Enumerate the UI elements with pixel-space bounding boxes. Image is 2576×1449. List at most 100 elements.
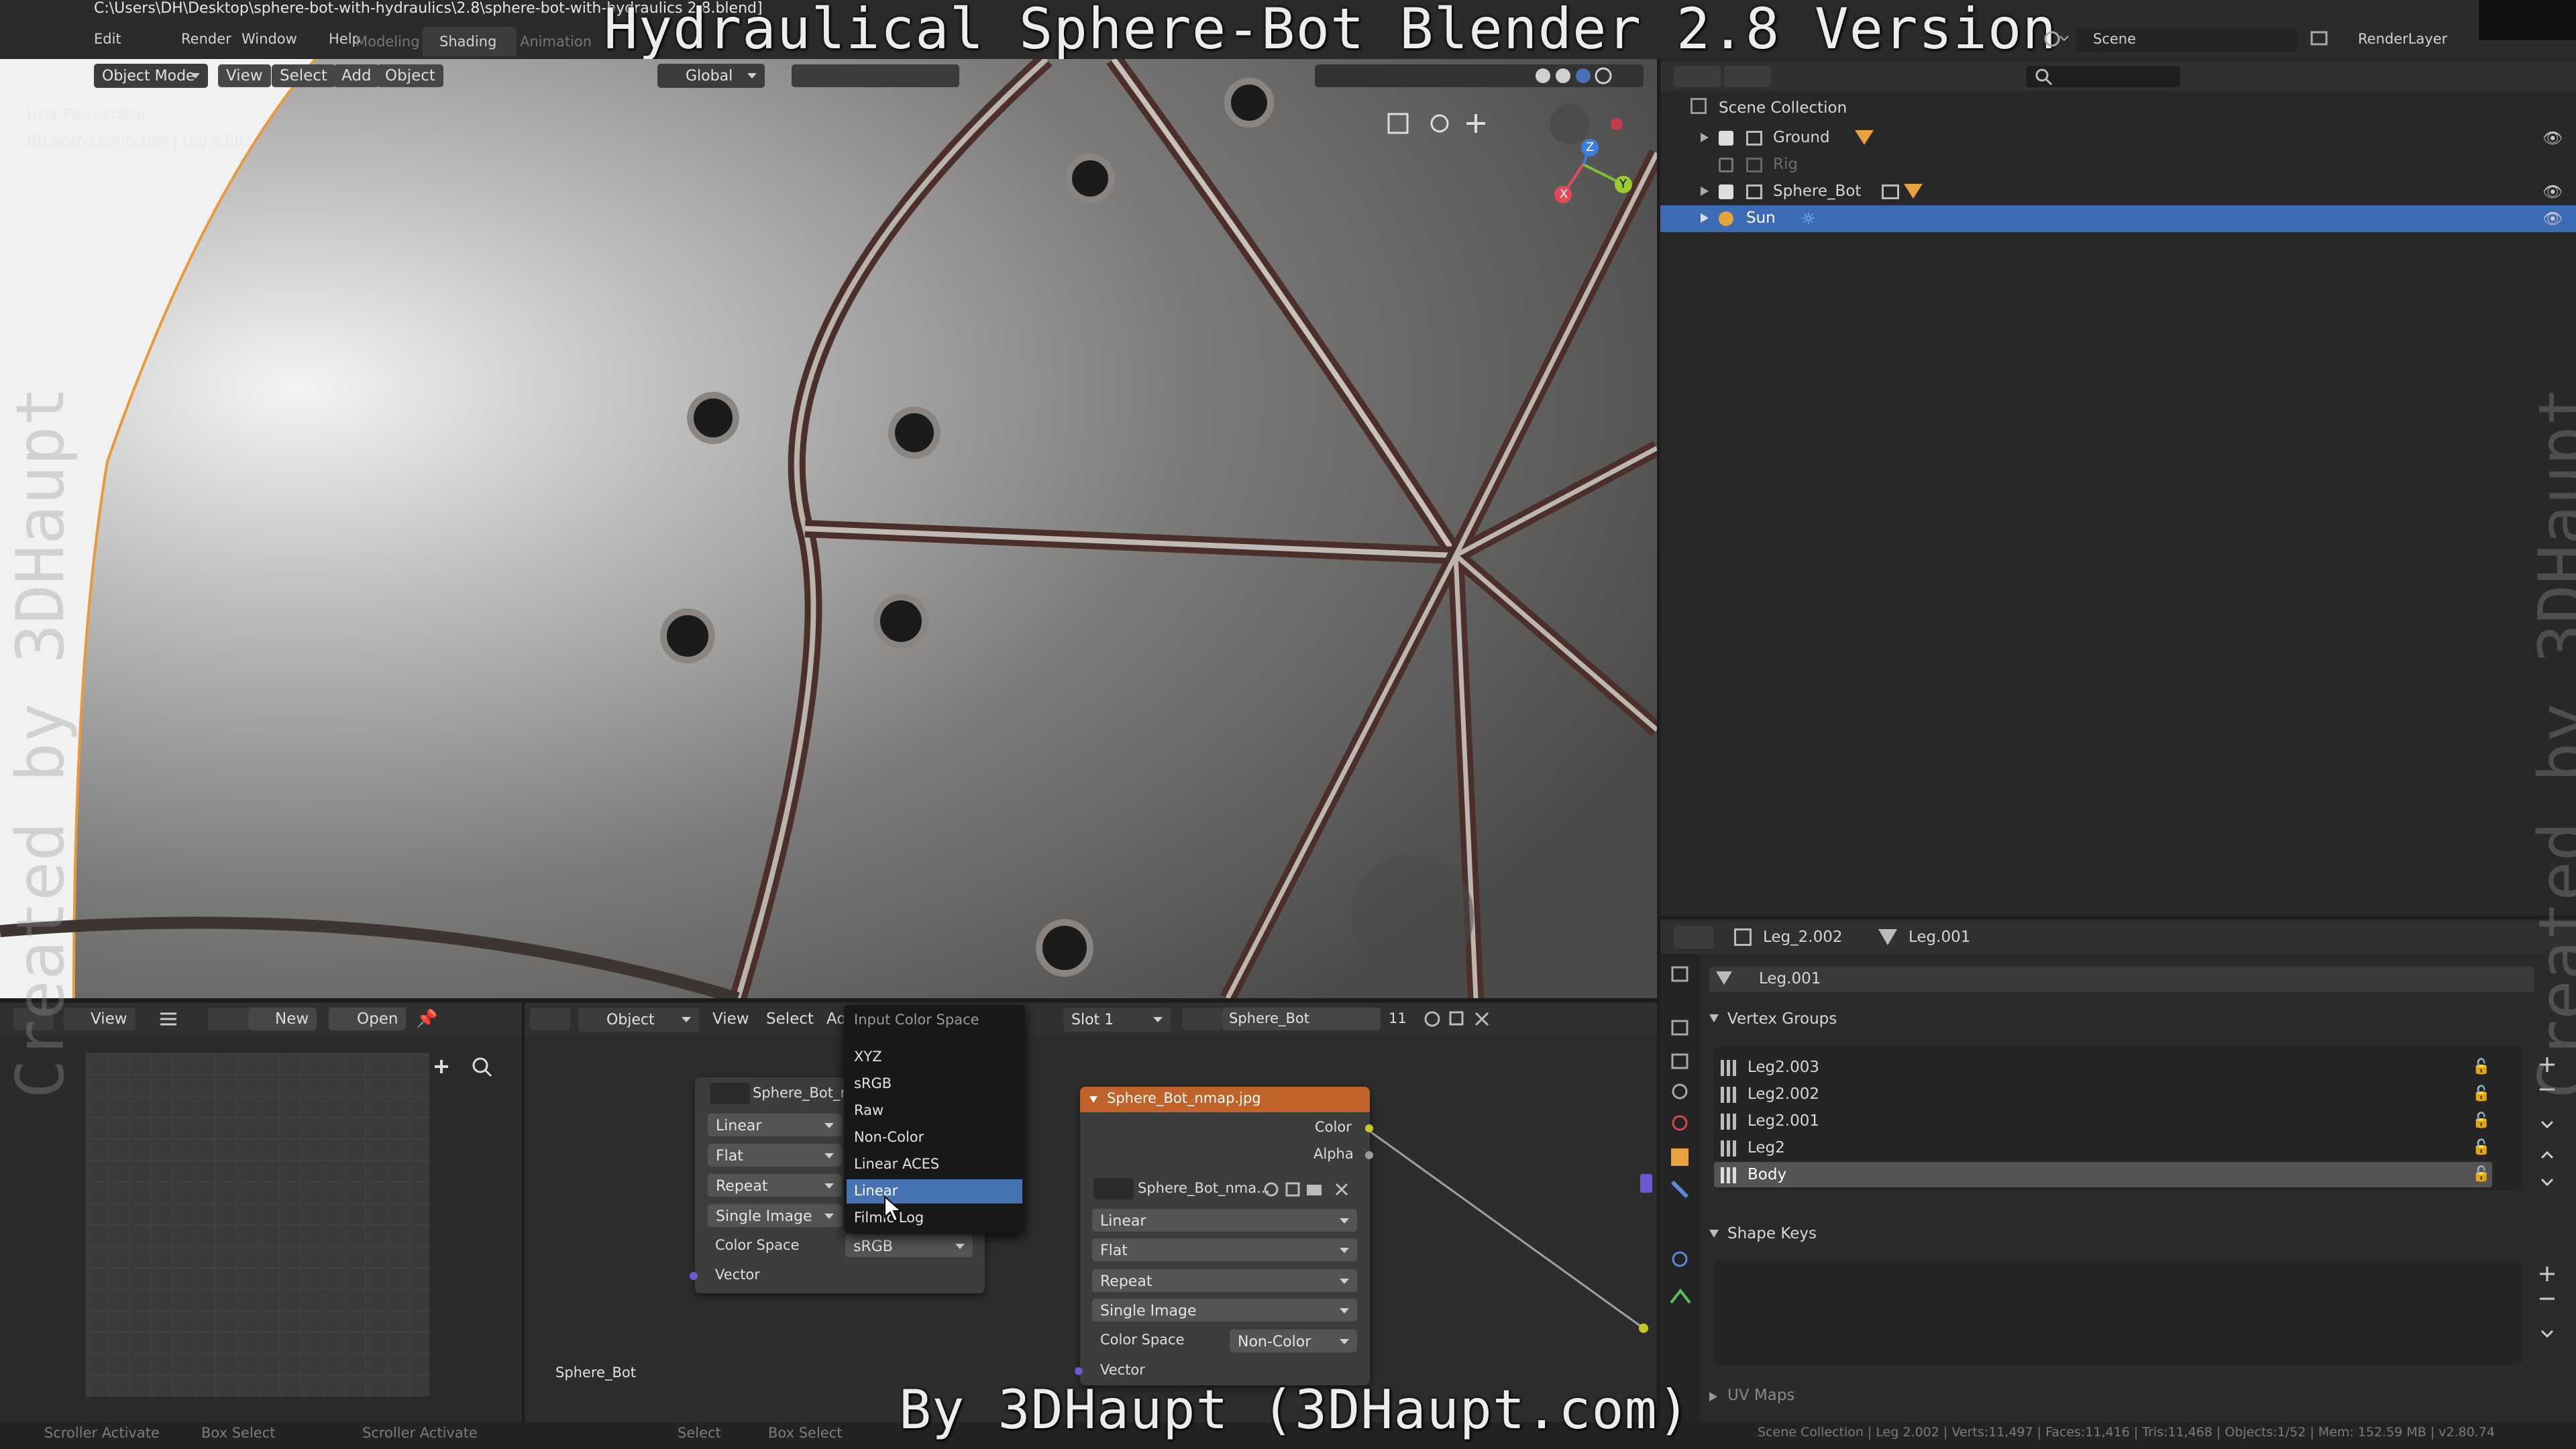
status-hint: Box Select [201, 1425, 276, 1441]
expand-arrow-icon[interactable] [1701, 213, 1709, 223]
snapping-tools[interactable] [792, 64, 959, 87]
viewport-menu-select[interactable]: Select [272, 64, 335, 87]
image-browse-button[interactable] [208, 1008, 248, 1030]
outliner-row[interactable]: Sphere_Bot 👁 [1660, 178, 2576, 205]
node1-colorspace-label: Color Space [715, 1237, 800, 1253]
image-nav-tools[interactable] [427, 1053, 507, 1080]
expand-arrow-icon[interactable] [1709, 1392, 1717, 1401]
lock-icon[interactable]: 🔓 [2472, 1112, 2490, 1129]
node-menu-view[interactable]: View [704, 1008, 757, 1030]
list-item[interactable]: Leg2.003 🔓 [1714, 1055, 2492, 1080]
list-item[interactable]: Leg2.001 🔓 [1714, 1108, 2492, 1134]
viewport-menu-add[interactable]: Add [333, 64, 380, 87]
shape-keys-title[interactable]: Shape Keys [1727, 1225, 1817, 1242]
collapse-arrow-icon[interactable] [1089, 1096, 1097, 1103]
node2-projection-label: Flat [1100, 1242, 1128, 1259]
properties-object-name[interactable]: Leg_2.002 [1763, 928, 1843, 946]
viewport-3d[interactable] [0, 59, 1657, 998]
object-mode-dropdown[interactable]: Object Mode [94, 64, 208, 88]
image-open-button[interactable]: Open [329, 1008, 407, 1030]
node2-interpolation[interactable]: Linear [1092, 1209, 1357, 1232]
node2-image-name[interactable]: Sphere_Bot_nma... [1138, 1180, 1270, 1196]
checkbox-icon[interactable] [1719, 184, 1733, 199]
menu-render[interactable]: Render [181, 31, 231, 47]
slot-dropdown[interactable]: Slot 1 [1063, 1008, 1171, 1032]
list-item-selected[interactable]: Body 🔓 [1714, 1162, 2492, 1187]
viewport-menu-object[interactable]: Object [377, 64, 443, 87]
lock-icon[interactable]: 🔓 [2472, 1166, 2490, 1183]
node2-vector-socket[interactable] [1075, 1367, 1083, 1375]
node1-extension[interactable]: Repeat [708, 1174, 842, 1197]
node1-image-name[interactable]: Sphere_Bot_ro [753, 1085, 855, 1101]
node-menu-select[interactable]: Select [758, 1008, 822, 1030]
expand-arrow-icon[interactable] [1701, 186, 1709, 196]
node2-extension[interactable]: Repeat [1092, 1269, 1357, 1292]
expand-arrow-icon[interactable] [1701, 133, 1709, 142]
shader-type-dropdown[interactable]: Object [578, 1008, 699, 1032]
material-actions[interactable] [1422, 1009, 1503, 1029]
material-browse[interactable] [1182, 1008, 1222, 1030]
properties-editor-type[interactable] [1674, 926, 1714, 949]
shape-key-tools[interactable] [2532, 1261, 2563, 1348]
node2-projection[interactable]: Flat [1092, 1238, 1357, 1261]
eye-icon[interactable]: 👁 [2542, 129, 2563, 148]
material-name-field[interactable]: Sphere_Bot [1222, 1008, 1381, 1030]
lock-icon[interactable]: 🔓 [2472, 1059, 2490, 1075]
axis-gizmo[interactable] [1503, 101, 1644, 215]
colorspace-option[interactable]: Linear ACES [854, 1156, 939, 1172]
collapse-arrow-icon[interactable] [1709, 1014, 1719, 1022]
checkbox-icon[interactable] [1719, 158, 1733, 172]
lock-icon[interactable]: 🔓 [2472, 1085, 2490, 1102]
node1-source[interactable]: Single Image [708, 1204, 842, 1227]
outliner-row-selected[interactable]: Sun ☼ 👁 [1660, 205, 2576, 232]
outliner-row[interactable]: Rig [1660, 152, 2576, 178]
tab-animation[interactable]: Animation [520, 34, 592, 50]
node2-image-browse[interactable] [1093, 1178, 1134, 1199]
hamburger-icon[interactable] [158, 1010, 178, 1028]
list-item[interactable]: Leg2 🔓 [1714, 1135, 2492, 1161]
viewport-shading-tools[interactable] [1315, 64, 1644, 87]
image-new-button[interactable]: New [248, 1008, 317, 1030]
node-editor-sidebar-toggle[interactable] [1637, 1046, 1657, 1409]
transform-orientation-dropdown[interactable]: Global [657, 64, 765, 88]
colorspace-option[interactable]: Non-Color [854, 1129, 924, 1145]
image-canvas[interactable] [86, 1053, 429, 1397]
lock-icon[interactable]: 🔓 [2472, 1139, 2490, 1156]
node2-alpha-socket[interactable] [1365, 1151, 1373, 1159]
collapse-arrow-icon[interactable] [1709, 1230, 1719, 1238]
material-users[interactable]: 11 [1389, 1010, 1407, 1026]
tab-shading[interactable]: Shading [439, 34, 496, 50]
mesh-data-field[interactable] [1709, 967, 2534, 992]
node2-color-socket[interactable] [1365, 1124, 1373, 1132]
camera-icon [1882, 184, 1899, 199]
eye-icon[interactable]: 👁 [2542, 209, 2563, 228]
node1-image-browse[interactable] [710, 1083, 750, 1104]
vertex-groups-title[interactable]: Vertex Groups [1727, 1010, 1837, 1028]
uv-maps-title[interactable]: UV Maps [1727, 1387, 1794, 1404]
outliner-root[interactable]: Scene Collection [1719, 99, 1847, 117]
list-item[interactable]: Leg2.002 🔓 [1714, 1081, 2492, 1107]
colorspace-option[interactable]: Raw [854, 1102, 883, 1118]
pin-icon[interactable]: 📌 [416, 1009, 437, 1029]
node1-projection[interactable]: Flat [708, 1144, 842, 1167]
node-editor-type[interactable] [530, 1008, 570, 1030]
colorspace-option[interactable]: XYZ [854, 1049, 882, 1065]
node1-colorspace-dropdown[interactable]: sRGB [845, 1234, 973, 1257]
menu-window[interactable]: Window [241, 31, 297, 47]
node2-image-actions[interactable] [1261, 1179, 1355, 1199]
menu-edit[interactable]: Edit [94, 31, 121, 47]
checkbox-icon[interactable] [1719, 131, 1733, 146]
colorspace-option[interactable]: sRGB [854, 1075, 892, 1091]
node1-vector-socket[interactable] [690, 1272, 698, 1280]
outliner-search-input[interactable] [2026, 66, 2180, 87]
outliner-display-mode[interactable] [1674, 66, 1721, 87]
properties-mesh-name[interactable]: Leg.001 [1909, 928, 1970, 946]
node1-interpolation[interactable]: Linear [708, 1114, 842, 1136]
viewport-menu-view[interactable]: View [218, 64, 271, 87]
tab-modeling[interactable]: Modeling [356, 34, 420, 50]
outliner-filter-button[interactable] [1724, 66, 1771, 87]
outliner-row[interactable]: Ground 👁 [1660, 125, 2576, 152]
node2-colorspace-dropdown[interactable]: Non-Color [1230, 1330, 1357, 1352]
eye-icon[interactable]: 👁 [2542, 182, 2563, 201]
node2-source[interactable]: Single Image [1092, 1299, 1357, 1322]
